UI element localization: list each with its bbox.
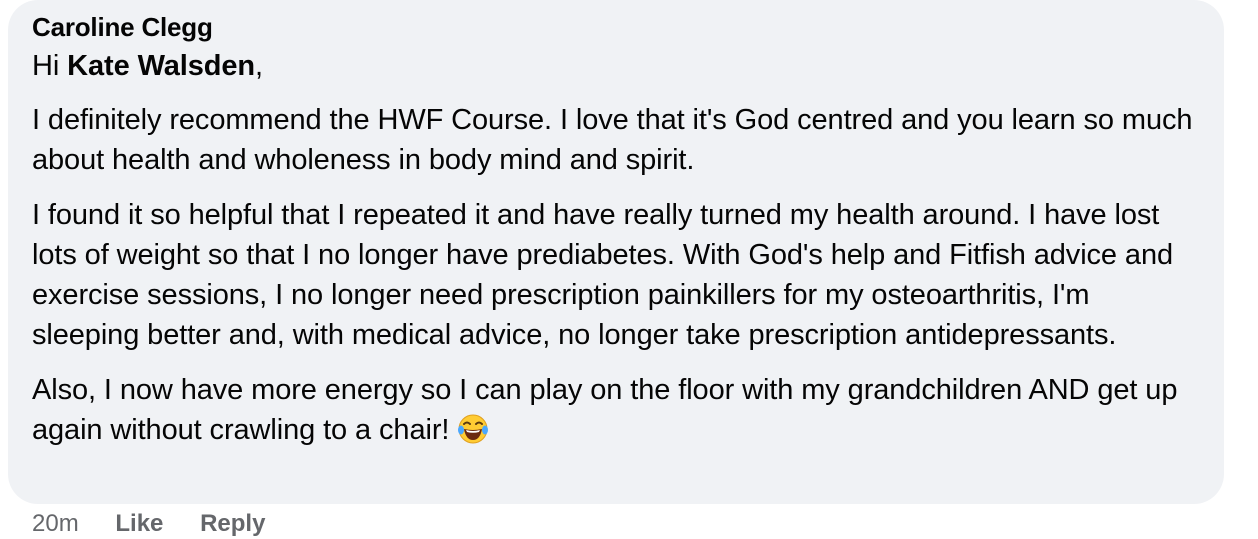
comment-paragraph-3: Also, I now have more energy so I can pl… — [32, 370, 1200, 450]
comment-timestamp[interactable]: 20m — [32, 509, 79, 539]
comment-paragraph-1: I definitely recommend the HWF Course. I… — [32, 104, 1193, 176]
comment-paragraph-2: I found it so helpful that I repeated it… — [32, 199, 1174, 351]
comment-paragraph-3-text: Also, I now have more energy so I can pl… — [32, 374, 1178, 446]
comment-author-name[interactable]: Caroline Clegg — [32, 12, 1200, 42]
face-with-tears-of-joy-icon — [458, 414, 489, 444]
comment-greeting: Hi Kate Walsden, — [32, 46, 1200, 86]
comment-body: Hi Kate Walsden, I definitely recommend … — [32, 46, 1200, 450]
comment-actions: 20m Like Reply — [32, 509, 265, 539]
reply-button[interactable]: Reply — [200, 509, 265, 539]
mention-tag[interactable]: Kate Walsden — [67, 50, 255, 82]
like-button[interactable]: Like — [115, 509, 163, 539]
comment-bubble: Caroline Clegg Hi Kate Walsden, I defini… — [8, 0, 1224, 504]
greeting-prefix: Hi — [32, 50, 68, 82]
greeting-suffix: , — [255, 50, 264, 82]
